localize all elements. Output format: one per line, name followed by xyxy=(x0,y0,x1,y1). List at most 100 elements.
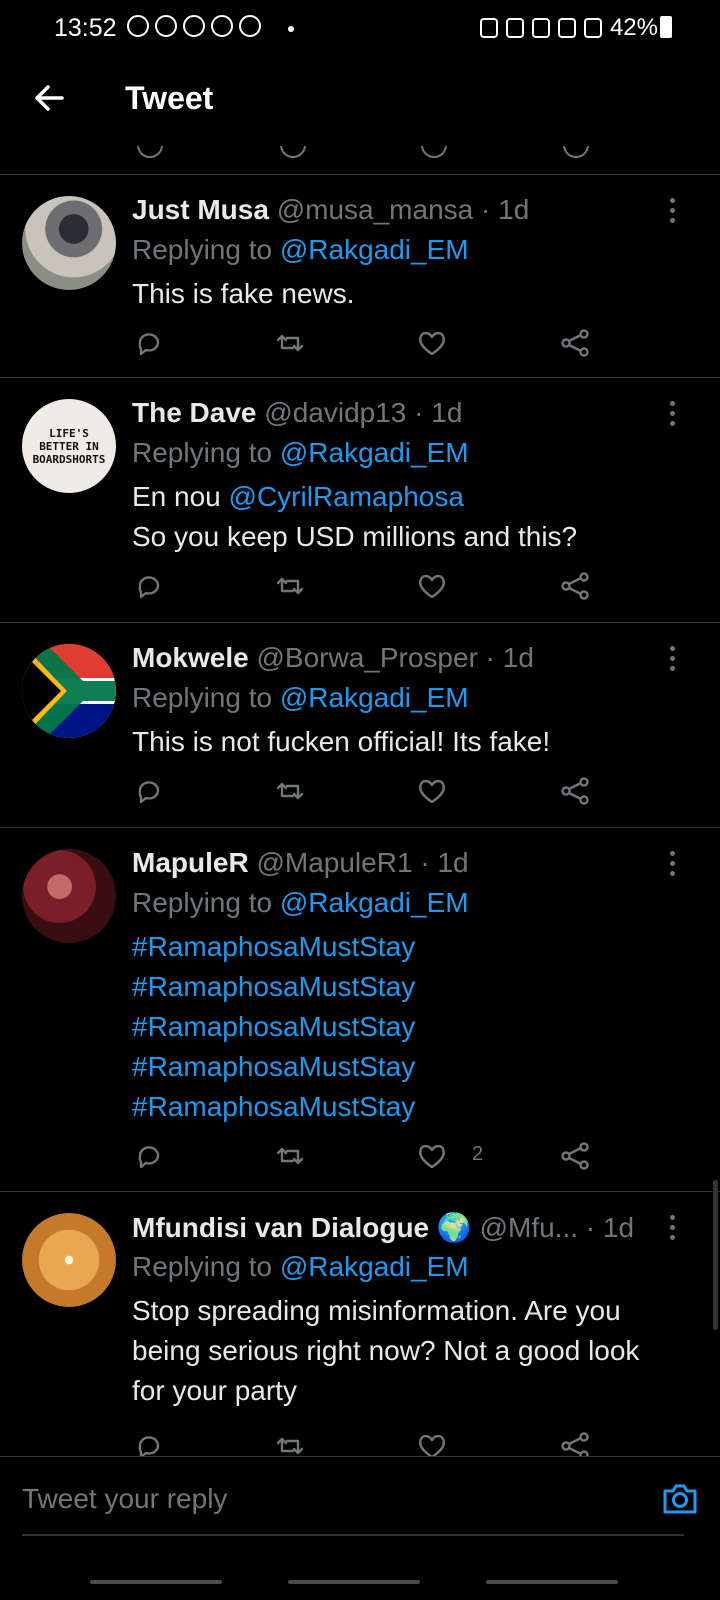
user-name[interactable]: Just Musa xyxy=(132,194,269,225)
user-name[interactable]: MapuleR xyxy=(132,847,249,878)
notification-icon xyxy=(183,15,205,37)
replying-to: Replying to @Rakgadi_EM xyxy=(132,437,469,469)
reply-tweet[interactable]: Just Musa @musa_mansa · 1d Replying to @… xyxy=(0,176,720,378)
text-segment: En nou xyxy=(132,481,221,512)
replying-prefix: Replying to xyxy=(132,1251,273,1282)
notification-icon xyxy=(211,15,233,37)
retweet-icon[interactable] xyxy=(273,1139,307,1173)
retweet-icon[interactable] xyxy=(280,146,306,158)
replying-prefix: Replying to xyxy=(132,887,273,918)
status-time: 13:52 xyxy=(54,14,117,42)
reply-tweet[interactable]: Mokwele @Borwa_Prosper · 1d Replying to … xyxy=(0,624,720,828)
status-bar: 13:52 42% xyxy=(0,0,720,56)
like-icon[interactable] xyxy=(415,569,449,603)
avatar[interactable] xyxy=(22,849,116,943)
replying-to-link[interactable]: @Rakgadi_EM xyxy=(280,1251,469,1282)
more-options-icon[interactable] xyxy=(668,851,676,881)
user-name[interactable]: Mokwele xyxy=(132,642,249,673)
share-icon[interactable] xyxy=(558,569,592,603)
status-right: 42% xyxy=(479,14,658,42)
whatsapp-icon xyxy=(127,15,149,37)
mute-icon xyxy=(531,18,550,38)
text-line: Stop spreading misinformation. Are you xyxy=(132,1295,621,1326)
more-notifications-dot xyxy=(288,26,294,32)
reply-tweet[interactable]: MapuleR @MapuleR1 · 1d Replying to @Rakg… xyxy=(0,829,720,1192)
signal-icon xyxy=(583,18,602,38)
user-handle: @Mfu... xyxy=(479,1212,579,1243)
share-icon[interactable] xyxy=(558,326,592,360)
tweet-header: Mokwele @Borwa_Prosper · 1d xyxy=(132,642,668,674)
share-icon[interactable] xyxy=(558,774,592,808)
tweet-time: · 1d xyxy=(481,194,530,225)
more-options-icon[interactable] xyxy=(668,198,676,228)
previous-tweet-actions xyxy=(0,146,720,175)
like-icon[interactable] xyxy=(415,326,449,360)
tweet-actions xyxy=(0,1429,720,1456)
camera-icon[interactable] xyxy=(660,1479,700,1519)
reply-tweet[interactable]: Mfundisi van Dialogue 🌍 @Mfu... · 1d Rep… xyxy=(0,1193,720,1456)
avatar[interactable] xyxy=(22,1213,116,1307)
like-icon[interactable] xyxy=(415,1429,449,1456)
like-count: 2 xyxy=(472,1143,484,1165)
south-africa-flag-icon xyxy=(22,644,116,738)
replying-to-link[interactable]: @Rakgadi_EM xyxy=(280,234,469,265)
tweet-text: This is fake news. xyxy=(132,278,355,309)
nav-home-button[interactable] xyxy=(288,1580,420,1584)
retweet-icon[interactable] xyxy=(273,569,307,603)
more-options-icon[interactable] xyxy=(668,401,676,431)
tweet-text: #RamaphosaMustStay #RamaphosaMustStay #R… xyxy=(132,927,690,1127)
replying-to-link[interactable]: @Rakgadi_EM xyxy=(280,682,469,713)
notification-icon xyxy=(155,15,177,37)
tweet-time: · 1d xyxy=(420,847,469,878)
tweet-header: The Dave @davidp13 · 1d xyxy=(132,397,668,429)
reply-icon[interactable] xyxy=(131,326,165,360)
nav-recent-button[interactable] xyxy=(90,1580,222,1584)
avatar[interactable] xyxy=(22,196,116,290)
user-name[interactable]: The Dave xyxy=(132,397,257,428)
retweet-icon[interactable] xyxy=(273,774,307,808)
wifi-icon xyxy=(557,18,576,38)
text-line: being serious right now? Not a good look xyxy=(132,1335,640,1366)
tweet-text: Stop spreading misinformation. Are you b… xyxy=(132,1291,690,1411)
hashtag-link[interactable]: #RamaphosaMustStay xyxy=(132,1007,690,1047)
share-icon[interactable] xyxy=(558,1429,592,1456)
tweet-time: · 1d xyxy=(414,397,463,428)
reply-input[interactable]: Tweet your reply xyxy=(22,1483,227,1515)
hashtag-link[interactable]: #RamaphosaMustStay xyxy=(132,1047,690,1087)
scrollbar[interactable] xyxy=(713,1180,718,1330)
reply-icon[interactable] xyxy=(131,774,165,808)
more-options-icon[interactable] xyxy=(668,1215,676,1245)
nav-back-button[interactable] xyxy=(486,1580,618,1584)
tweet-text: This is not fucken official! Its fake! xyxy=(132,726,551,757)
avatar[interactable] xyxy=(22,644,116,738)
reply-composer[interactable]: Tweet your reply xyxy=(0,1456,720,1537)
reply-icon[interactable] xyxy=(131,1429,165,1456)
app-bar: Tweet xyxy=(0,56,720,146)
replying-to-link[interactable]: @Rakgadi_EM xyxy=(280,437,469,468)
reply-icon[interactable] xyxy=(131,569,165,603)
reply-tweet[interactable]: LIFE'S BETTER IN BOARDSHORTS The Dave @d… xyxy=(0,379,720,623)
like-icon[interactable] xyxy=(421,146,447,158)
reply-icon[interactable] xyxy=(137,146,163,158)
notification-icon xyxy=(239,15,261,37)
avatar-text: LIFE'S BETTER IN BOARDSHORTS xyxy=(32,426,106,466)
avatar[interactable]: LIFE'S BETTER IN BOARDSHORTS xyxy=(22,399,116,493)
retweet-icon[interactable] xyxy=(273,1429,307,1456)
share-icon[interactable] xyxy=(558,1139,592,1173)
retweet-icon[interactable] xyxy=(273,326,307,360)
more-options-icon[interactable] xyxy=(668,646,676,676)
replying-prefix: Replying to xyxy=(132,437,273,468)
hashtag-link[interactable]: #RamaphosaMustStay xyxy=(132,927,690,967)
user-name[interactable]: Mfundisi van Dialogue xyxy=(132,1212,429,1243)
reply-icon[interactable] xyxy=(131,1139,165,1173)
hashtag-link[interactable]: #RamaphosaMustStay xyxy=(132,1087,690,1127)
tweet-actions xyxy=(0,569,720,609)
share-icon[interactable] xyxy=(563,146,589,158)
user-handle: @Borwa_Prosper xyxy=(256,642,478,673)
back-arrow-icon[interactable] xyxy=(30,78,70,118)
mention-link[interactable]: @CyrilRamaphosa xyxy=(229,481,464,512)
like-icon[interactable] xyxy=(415,774,449,808)
replying-to-link[interactable]: @Rakgadi_EM xyxy=(280,887,469,918)
like-icon[interactable] xyxy=(415,1139,449,1173)
hashtag-link[interactable]: #RamaphosaMustStay xyxy=(132,967,690,1007)
